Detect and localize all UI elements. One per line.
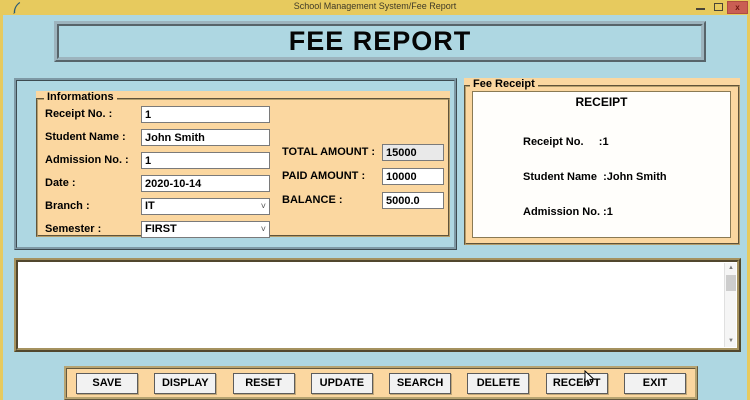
paid-amount-label: PAID AMOUNT : bbox=[282, 168, 365, 185]
titlebar: School Management System/Fee Report x bbox=[0, 0, 750, 15]
admission-no-input[interactable] bbox=[141, 152, 270, 169]
exit-button[interactable]: EXIT bbox=[624, 373, 686, 394]
student-name-label: Student Name : bbox=[45, 129, 126, 146]
semester-value: FIRST bbox=[145, 223, 177, 235]
button-bar: SAVE DISPLAY RESET UPDATE SEARCH DELETE … bbox=[64, 366, 698, 400]
close-button[interactable]: x bbox=[727, 1, 748, 14]
chevron-down-icon: ˅ bbox=[261, 222, 266, 237]
receipt-lines: Receipt No. :1 Student Name :John Smith … bbox=[523, 114, 667, 238]
informations-legend: Informations bbox=[44, 91, 117, 103]
total-amount-label: TOTAL AMOUNT : bbox=[282, 144, 375, 161]
admission-no-label: Admission No. : bbox=[45, 152, 129, 169]
receipt-line: Receipt No. :1 bbox=[523, 137, 667, 149]
receipt-display: RECEIPT Receipt No. :1 Student Name :Joh… bbox=[472, 91, 731, 238]
minimize-button[interactable] bbox=[696, 8, 705, 10]
receipt-heading: RECEIPT bbox=[473, 95, 730, 109]
balance-input[interactable] bbox=[382, 192, 444, 209]
update-button[interactable]: UPDATE bbox=[311, 373, 373, 394]
report-textarea[interactable] bbox=[18, 262, 724, 348]
date-label: Date : bbox=[45, 175, 76, 192]
paid-amount-input[interactable] bbox=[382, 168, 444, 185]
display-button[interactable]: DISPLAY bbox=[154, 373, 216, 394]
fee-receipt-panel: Fee Receipt RECEIPT Receipt No. :1 Stude… bbox=[464, 78, 740, 245]
semester-combobox[interactable]: FIRST ˅ bbox=[141, 221, 270, 238]
main-surface: FEE REPORT Informations Receipt No. : St… bbox=[3, 15, 747, 400]
vertical-scrollbar[interactable]: ▲ ▼ bbox=[724, 263, 736, 347]
fee-receipt-legend: Fee Receipt bbox=[470, 78, 538, 90]
receipt-no-label: Receipt No. : bbox=[45, 106, 112, 123]
branch-combobox[interactable]: IT ˅ bbox=[141, 198, 270, 215]
delete-button[interactable]: DELETE bbox=[467, 373, 529, 394]
chevron-down-icon: ˅ bbox=[261, 199, 266, 214]
reset-button[interactable]: RESET bbox=[233, 373, 295, 394]
semester-label: Semester : bbox=[45, 221, 101, 238]
branch-label: Branch : bbox=[45, 198, 90, 215]
branch-value: IT bbox=[145, 200, 155, 212]
student-name-input[interactable] bbox=[141, 129, 270, 146]
search-button[interactable]: SEARCH bbox=[389, 373, 451, 394]
receipt-button[interactable]: RECEIPT bbox=[546, 373, 608, 394]
total-amount-input[interactable] bbox=[382, 144, 444, 161]
date-input[interactable] bbox=[141, 175, 270, 192]
scroll-down-icon[interactable]: ▼ bbox=[725, 336, 737, 347]
receipt-no-input[interactable] bbox=[141, 106, 270, 123]
save-button[interactable]: SAVE bbox=[76, 373, 138, 394]
receipt-line: Student Name :John Smith bbox=[523, 172, 667, 184]
informations-panel: Informations Receipt No. : Student Name … bbox=[36, 91, 450, 237]
scrollbar-thumb[interactable] bbox=[726, 275, 736, 291]
app-window: School Management System/Fee Report x FE… bbox=[0, 0, 750, 400]
window-title: School Management System/Fee Report bbox=[0, 1, 750, 11]
balance-label: BALANCE : bbox=[282, 192, 343, 209]
maximize-button[interactable] bbox=[714, 3, 723, 11]
page-title: FEE REPORT bbox=[54, 21, 706, 62]
receipt-line: Admission No. :1 bbox=[523, 207, 667, 219]
scroll-up-icon[interactable]: ▲ bbox=[725, 263, 737, 274]
report-frame: ▲ ▼ bbox=[14, 258, 741, 352]
